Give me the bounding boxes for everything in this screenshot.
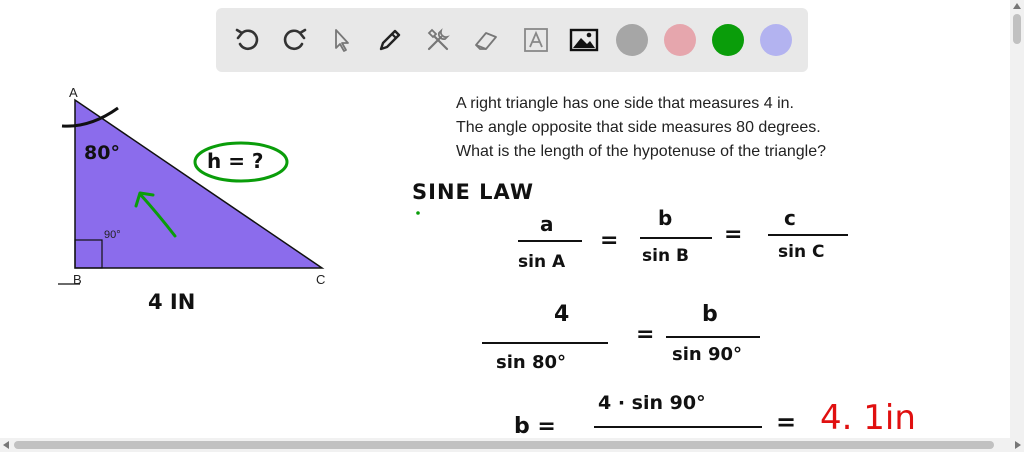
hypotenuse-note: h = ?	[207, 149, 264, 173]
law-equals-2: =	[724, 222, 743, 247]
whiteboard-canvas[interactable]: A B C 90° 80° h = ? 4 IN A right triangl…	[0, 0, 1010, 438]
green-dot	[416, 211, 420, 215]
scroll-left-arrow-icon[interactable]	[3, 441, 9, 449]
sub-equals: =	[636, 322, 655, 347]
problem-statement: A right triangle has one side that measu…	[456, 92, 916, 164]
vertex-label-a: A	[69, 85, 78, 100]
result-lhs: b =	[514, 414, 556, 438]
law-b-denominator: sin B	[642, 246, 689, 266]
scroll-right-arrow-icon[interactable]	[1015, 441, 1021, 449]
vertex-label-c: C	[316, 272, 326, 287]
angle-a-label: 80°	[84, 142, 120, 164]
law-a-numerator: a	[540, 212, 554, 236]
right-triangle-shape	[74, 98, 325, 269]
law-c-fraction-bar	[768, 234, 848, 236]
sub-right-fraction-bar	[666, 336, 760, 338]
law-a-denominator: sin A	[518, 252, 566, 272]
sub-left-numerator: 4	[554, 302, 570, 327]
sub-left-fraction-bar	[482, 342, 608, 344]
right-angle-label: 90°	[104, 229, 121, 241]
problem-line-3: What is the length of the hypotenuse of …	[456, 143, 827, 160]
vertical-scrollbar[interactable]	[1010, 0, 1024, 438]
scroll-up-arrow-icon[interactable]	[1013, 3, 1021, 9]
vertex-label-b: B	[73, 272, 82, 287]
law-b-fraction-bar	[640, 237, 712, 239]
base-length-label: 4 IN	[148, 290, 196, 314]
result-numerator: 4 · sin 90°	[598, 392, 706, 414]
law-a-fraction-bar	[518, 240, 582, 242]
sub-left-denominator: sin 80°	[496, 352, 567, 373]
law-equals-1: =	[600, 228, 619, 253]
law-b-numerator: b	[658, 206, 673, 230]
result-equals: =	[776, 408, 797, 436]
horizontal-scrollbar[interactable]	[0, 438, 1024, 452]
law-c-numerator: c	[784, 206, 796, 230]
result-fraction-bar	[594, 426, 762, 428]
horizontal-scroll-thumb[interactable]	[14, 441, 994, 449]
law-c-denominator: sin C	[778, 242, 825, 262]
sub-right-denominator: sin 90°	[672, 344, 743, 365]
sine-law-heading: SINE LAW	[412, 180, 535, 204]
problem-line-1: A right triangle has one side that measu…	[456, 95, 794, 112]
sub-right-numerator: b	[702, 302, 718, 327]
vertical-scroll-thumb[interactable]	[1013, 14, 1021, 44]
result-value: 4. 1in	[820, 398, 916, 438]
problem-line-2: The angle opposite that side measures 80…	[456, 119, 821, 136]
